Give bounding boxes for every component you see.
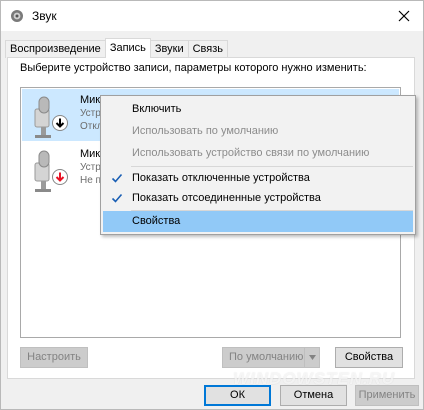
- menu-item-label: Показать отсоединенные устройства: [132, 192, 321, 204]
- menu-item-set-default-comm[interactable]: Использовать устройство связи по умолчан…: [103, 143, 413, 164]
- device-name: Мик: [80, 94, 101, 106]
- arrow-down-black-icon: [52, 115, 68, 131]
- menu-item-properties[interactable]: Свойства: [103, 211, 413, 232]
- speaker-icon: [11, 10, 23, 22]
- menu-separator: [131, 166, 413, 167]
- window-title: Звук: [32, 9, 57, 23]
- menu-item-label: Показать отключенные устройства: [132, 172, 310, 184]
- close-button[interactable]: [391, 4, 417, 28]
- watermark-text: WINDOWSTEN.RU: [233, 369, 396, 388]
- arrow-down-red-icon: [52, 169, 68, 185]
- device-status: Не п: [80, 175, 101, 186]
- tab-communications[interactable]: Связь: [187, 40, 229, 58]
- instruction-text: Выберите устройство записи, параметры ко…: [20, 62, 367, 74]
- set-default-label: По умолчанию: [229, 351, 304, 363]
- title-bar: Звук: [1, 1, 423, 31]
- menu-item-show-disabled[interactable]: Показать отключенные устройства: [103, 168, 413, 189]
- checkmark-icon: [111, 193, 123, 203]
- tab-sounds[interactable]: Звуки: [149, 40, 189, 58]
- properties-button[interactable]: Свойства: [335, 347, 403, 368]
- chevron-down-icon: [308, 355, 316, 360]
- tab-strip: Воспроизведение Запись Звуки Связь: [5, 38, 229, 58]
- checkmark-icon: [111, 173, 123, 183]
- context-menu: Включить Использовать по умолчанию Испол…: [100, 95, 416, 235]
- device-description: Устр: [80, 162, 101, 173]
- set-default-button[interactable]: По умолчанию: [222, 347, 320, 368]
- menu-item-show-disconnected[interactable]: Показать отсоединенные устройства: [103, 188, 413, 209]
- close-icon: [398, 10, 410, 22]
- dropdown-arrow[interactable]: [304, 348, 319, 367]
- tab-recording[interactable]: Запись: [104, 38, 151, 58]
- device-description: Устр: [80, 108, 101, 119]
- tab-playback[interactable]: Воспроизведение: [5, 40, 106, 58]
- configure-button[interactable]: Настроить: [20, 347, 88, 368]
- menu-item-set-default[interactable]: Использовать по умолчанию: [103, 121, 413, 142]
- device-name: Мик: [80, 148, 101, 160]
- menu-item-enable[interactable]: Включить: [103, 99, 413, 120]
- sound-dialog: Звук Воспроизведение Запись Звуки Связь …: [0, 0, 424, 410]
